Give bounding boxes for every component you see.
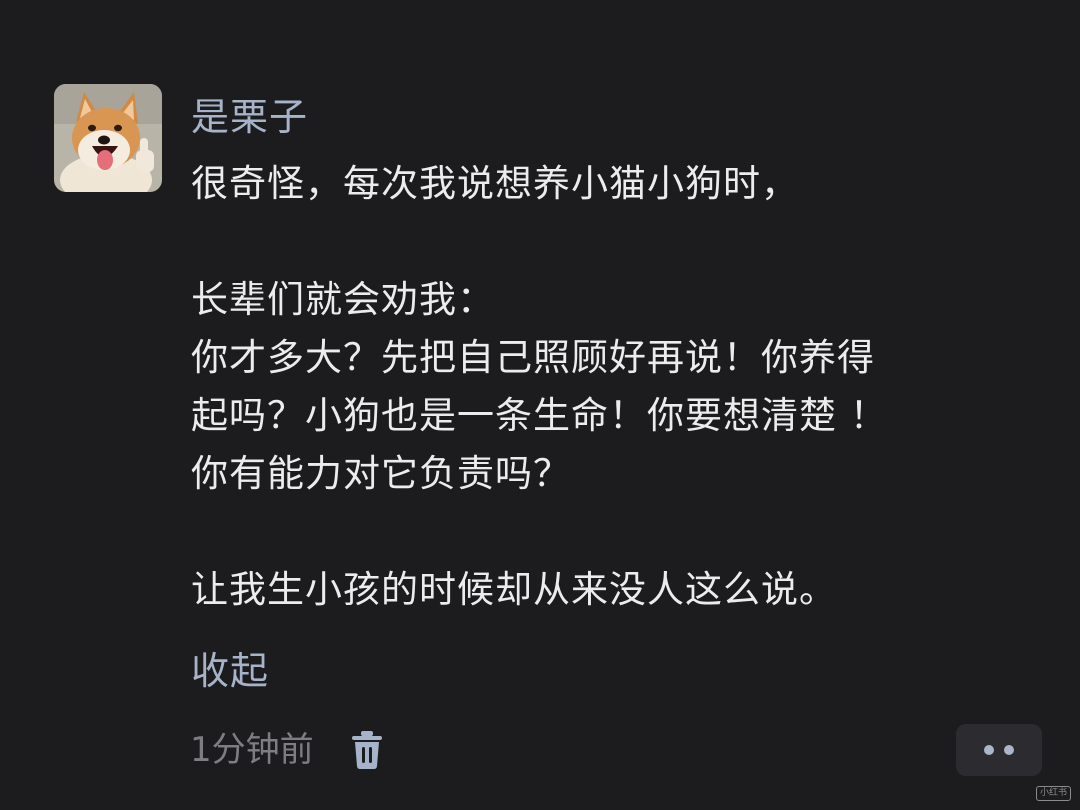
comment-line: 让我生小孩的时候却从来没人这么说。 <box>191 568 837 611</box>
more-options-button[interactable] <box>956 724 1042 776</box>
comment-text: 很奇怪，每次我说想养小猫小狗时， 长辈们就会劝我： 你才多大？先把自己照顾好再说… <box>191 155 1041 619</box>
comment-line: 起吗？小狗也是一条生命！你要想清楚 ！ <box>191 394 888 437</box>
comment-line: 长辈们就会劝我： <box>191 278 495 321</box>
trash-icon <box>352 731 382 769</box>
comment-line: 很奇怪，每次我说想养小猫小狗时， <box>191 162 799 205</box>
more-dots-icon <box>1004 745 1014 755</box>
comment-line: 你有能力对它负责吗？ <box>191 452 571 495</box>
delete-button[interactable] <box>349 730 385 770</box>
watermark: 小红书 <box>1036 786 1072 801</box>
more-dots-icon <box>984 745 994 755</box>
comment-line: 你才多大？先把自己照顾好再说！你养得 <box>191 336 875 379</box>
collapse-button[interactable]: 收起 <box>191 644 269 698</box>
username[interactable]: 是栗子 <box>191 90 308 144</box>
shiba-dog-avatar-image <box>54 84 162 192</box>
avatar[interactable] <box>54 84 162 192</box>
comment-line-blank <box>191 213 1041 271</box>
timestamp: 1分钟前 <box>190 730 314 770</box>
comment-line-blank <box>191 503 1041 561</box>
